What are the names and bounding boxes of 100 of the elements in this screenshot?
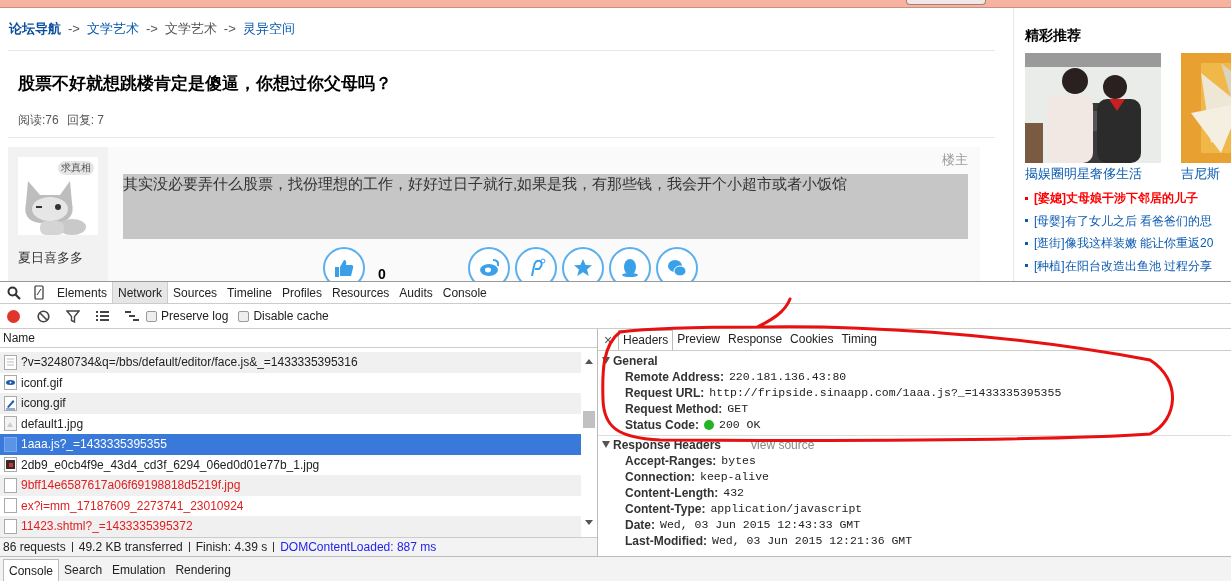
news-link[interactable]: [种植]在阳台改造出鱼池 过程分享 [1034,256,1212,275]
section-header[interactable]: Response Headers [613,435,722,454]
search-icon[interactable] [7,285,21,300]
devtools-tab[interactable]: Audits [394,282,438,303]
drawer-tab[interactable]: Emulation [107,559,171,581]
detail-tab[interactable]: Cookies [786,330,838,350]
picture-caption[interactable]: 吉尼斯 [1181,164,1231,184]
filter-icon[interactable] [66,309,80,323]
weibo-icon [478,258,499,278]
header-name: Request Method: [625,401,723,418]
section-title: 精彩推荐 [1025,26,1082,45]
scroll-thumb[interactable] [583,411,595,428]
like-button[interactable] [323,247,365,281]
request-name: 1aaa.js?_=1433335395355 [21,436,167,454]
tab-edge[interactable] [906,0,986,5]
breadcrumb-link[interactable]: 灵异空间 [242,19,295,39]
list-view-icon[interactable] [95,310,110,322]
breadcrumb-link[interactable]: 文学艺术 [86,19,139,39]
devtools-tab[interactable]: Sources [168,282,223,303]
request-row[interactable]: icong.gif [0,393,581,414]
blank-file-icon [4,498,17,514]
request-row[interactable]: 9bff14e6587617a06f69198818d5219f.jpg [0,475,581,496]
record-button[interactable] [7,309,20,323]
request-name: 9bff14e6587617a06f69198818d5219f.jpg [21,477,241,495]
chat-bubbles-icon [666,258,687,278]
column-header[interactable]: Name [0,329,597,348]
header-value: 220.181.136.43:80 [728,369,847,386]
post-stat: 阅读:76 [18,113,59,127]
expand-arrow-icon[interactable] [602,357,610,364]
devtools-tab[interactable]: Timeline [222,282,277,303]
request-row[interactable]: 1aaa.js?_=1433335395355 [0,434,581,455]
summary-text: 86 requests [2,539,66,556]
waterfall-icon[interactable] [124,310,140,322]
drawer-tab[interactable]: Search [59,559,108,581]
avatar[interactable]: 求真相 [18,157,98,235]
request-name: ?v=32480734&q=/bbs/default/editor/face.js&_=1433335395316 [21,354,358,372]
request-name: default1.jpg [21,415,84,433]
request-row[interactable]: 11423.shtml?_=1433335395372 [0,516,581,537]
like-count: 0 [378,264,386,281]
request-name: iconf.gif [21,374,63,392]
header-value: 200 OK [719,417,761,434]
scroll-up-icon[interactable] [585,359,593,364]
header-value: Wed, 03 Jun 2015 12:43:33 GMT [660,517,861,534]
bullet-icon [1025,241,1028,245]
drawer-tab[interactable]: Console [3,559,60,581]
floor-label: 楼主 [941,151,969,169]
devtools-tab[interactable]: Profiles [277,282,327,303]
header-value: Wed, 03 Jun 2015 12:21:36 GMT [712,533,913,550]
news-link[interactable]: [婆媳]丈母娘干涉下邻居的儿子 [1034,189,1198,208]
post-title: 股票不好就想跳楼肯定是傻逼，你想过你父母吗？ [18,73,393,95]
picture-caption[interactable]: 揭娱圈明星奢侈生活 [1025,164,1161,184]
drawer-tab[interactable]: Rendering [170,559,236,581]
devtools-tab[interactable]: Resources [327,282,395,303]
bullet-icon [1025,264,1028,268]
speech-bubble: 求真相 [58,161,94,175]
view-source-link[interactable]: view source [751,435,815,454]
devtools-tab[interactable]: Network [112,282,169,303]
detail-tab[interactable]: Timing [837,330,881,350]
header-value: http://fripside.sinaapp.com/1aaa.js?_=1433335395355 [709,385,1062,402]
header-value: bytes [721,453,756,470]
pen-file-icon [4,395,17,411]
bullet-icon [1025,219,1028,223]
detail-tab[interactable]: Headers [618,330,674,350]
mobile-device-icon[interactable] [34,285,44,300]
share-button[interactable] [467,247,510,281]
header-name: Status Code: [625,417,699,434]
breadcrumb-separator: -> [145,20,158,39]
post-content: 其实没必要弄什么股票，找份理想的工作，好好过日子就行,如果是我，有那些钱，我会开个小超市或者小饭馆 [123,174,968,239]
share-button[interactable] [514,247,557,281]
checkbox-label[interactable]: Disable cache [253,307,329,325]
checkbox[interactable] [238,310,250,322]
checkbox[interactable] [146,310,157,322]
summary-text: Finish: 4.39 s [195,539,268,556]
share-button[interactable] [608,247,651,281]
clear-icon[interactable] [37,309,50,323]
author-name[interactable]: 夏日喜多多 [18,248,108,268]
news-link[interactable]: [母婴]有了女儿之后 看爸爸们的思 [1034,211,1212,230]
header-value: application/javascript [710,501,863,518]
header-value: 432 [723,485,745,502]
detail-tab[interactable]: Preview [673,330,725,350]
breadcrumb-link[interactable]: 论坛导航 [9,19,61,39]
thumbnail-file-icon [4,457,17,473]
header-name: Content-Length: [625,485,719,502]
devtools-tab[interactable]: Console [437,282,492,303]
header-value: GET [727,401,749,418]
share-button[interactable] [561,247,604,281]
devtools-tab[interactable]: Elements [52,282,113,303]
section-header[interactable]: General [613,351,658,370]
header-name: Content-Type: [625,501,706,518]
request-row[interactable]: ?v=32480734&q=/bbs/default/editor/face.js&_=1433335395316 [0,352,581,373]
scroll-down-icon[interactable] [585,520,593,525]
expand-arrow-icon[interactable] [602,441,610,448]
news-link[interactable]: [逛街]像我这样装嫩 能让你重返20 [1034,234,1214,253]
post-stat: 回复: 7 [66,113,105,127]
document-icon [4,354,17,370]
checkbox-label[interactable]: Preserve log [161,307,229,325]
share-button[interactable] [655,247,698,281]
request-name: 2db9_e0cb4f9e_43d4_cd3f_6294_06ed0d01e77b_1.jpg [21,456,320,474]
detail-tab[interactable]: Response [724,330,787,350]
header-value: keep-alive [700,469,769,486]
